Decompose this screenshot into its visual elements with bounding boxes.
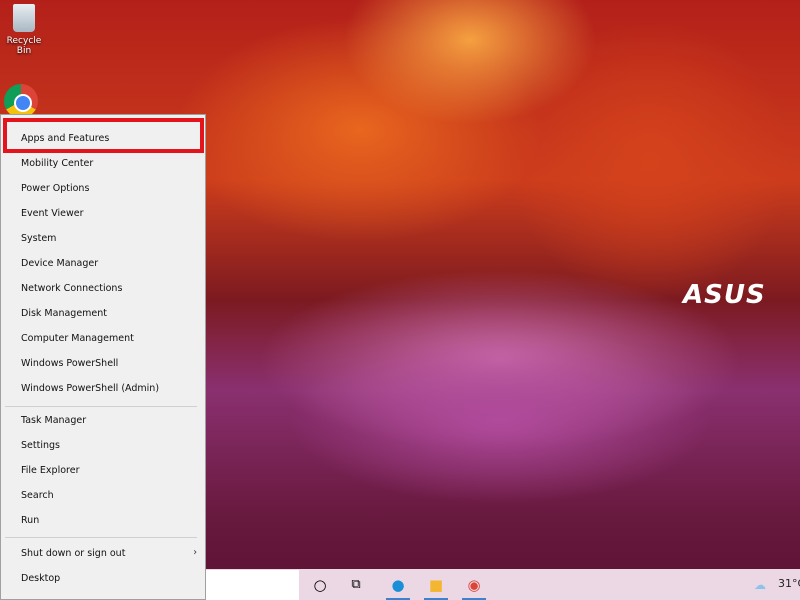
- menu-item-desktop[interactable]: Desktop: [21, 569, 60, 589]
- menu-item-task-manager[interactable]: Task Manager: [21, 411, 86, 431]
- menu-separator: [5, 537, 197, 538]
- menu-item-device-manager[interactable]: Device Manager: [21, 254, 98, 274]
- recycle-bin-icon: [13, 4, 35, 32]
- task-view-icon[interactable]: ⧉: [342, 569, 370, 600]
- menu-item-run[interactable]: Run: [21, 511, 39, 531]
- menu-item-search[interactable]: Search: [21, 486, 54, 506]
- menu-item-disk-management[interactable]: Disk Management: [21, 304, 107, 324]
- weather-icon[interactable]: ☁: [746, 569, 774, 600]
- menu-separator: [5, 406, 197, 407]
- menu-item-power-options[interactable]: Power Options: [21, 179, 89, 199]
- cortana-icon[interactable]: ○: [306, 569, 334, 600]
- menu-item-system[interactable]: System: [21, 229, 56, 249]
- menu-item-powershell-admin[interactable]: Windows PowerShell (Admin): [21, 379, 159, 399]
- menu-item-settings[interactable]: Settings: [21, 436, 60, 456]
- search-box[interactable]: [206, 570, 299, 600]
- recycle-bin-label: Recycle Bin: [6, 36, 42, 56]
- menu-item-computer-management[interactable]: Computer Management: [21, 329, 134, 349]
- chevron-right-icon: ›: [193, 547, 197, 558]
- menu-item-shutdown[interactable]: Shut down or sign out: [21, 544, 197, 564]
- menu-item-event-viewer[interactable]: Event Viewer: [21, 204, 84, 224]
- menu-item-mobility-center[interactable]: Mobility Center: [21, 154, 93, 174]
- highlight-box: [3, 118, 204, 153]
- temperature[interactable]: 31°C: [778, 577, 800, 590]
- taskbar: ○ ⧉ ● ■ ◉ ☁ 31°C: [206, 569, 800, 600]
- shutdown-label: Shut down or sign out: [21, 548, 126, 559]
- file-explorer-icon[interactable]: ■: [422, 569, 450, 600]
- chrome-icon[interactable]: ◉: [460, 569, 488, 600]
- chrome-shortcut-icon[interactable]: [4, 84, 38, 118]
- asus-logo: ASUS: [683, 280, 766, 310]
- winx-menu: Apps and Features Mobility Center Power …: [0, 114, 206, 600]
- menu-item-powershell[interactable]: Windows PowerShell: [21, 354, 118, 374]
- recycle-bin[interactable]: Recycle Bin: [0, 4, 48, 56]
- menu-item-network-connections[interactable]: Network Connections: [21, 279, 122, 299]
- menu-item-file-explorer[interactable]: File Explorer: [21, 461, 79, 481]
- edge-icon[interactable]: ●: [384, 569, 412, 600]
